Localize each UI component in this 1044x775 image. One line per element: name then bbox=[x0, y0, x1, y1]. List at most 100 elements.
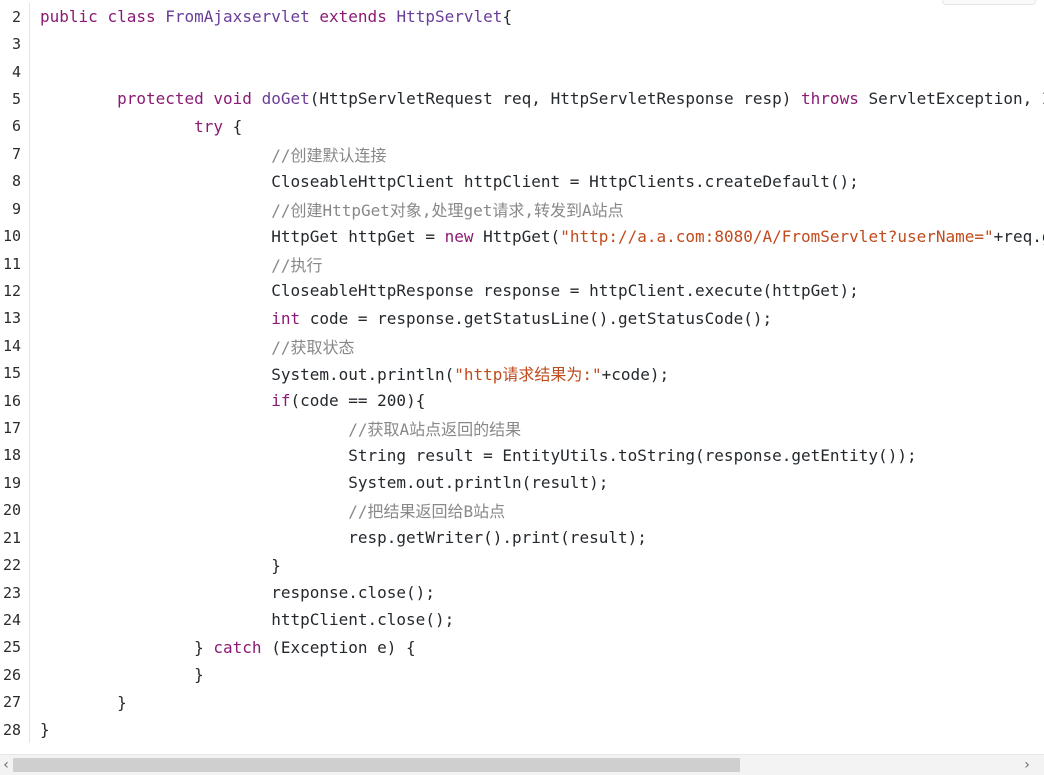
code-line: 13 int code = response.getStatusLine().g… bbox=[0, 304, 1044, 333]
code-text: resp.getWriter().print(result); bbox=[40, 528, 1044, 547]
code-line: 6 try { bbox=[0, 112, 1044, 141]
line-number: 12 bbox=[2, 281, 21, 300]
gutter-divider bbox=[29, 469, 40, 497]
gutter-divider bbox=[29, 304, 40, 333]
code-line: 3 bbox=[0, 30, 1044, 58]
gutter-divider bbox=[29, 688, 40, 716]
gutter-divider bbox=[29, 112, 40, 141]
line-number: 7 bbox=[11, 144, 21, 163]
code-line: 10 HttpGet httpGet = new HttpGet("http:/… bbox=[0, 222, 1044, 250]
code-line: 22 } bbox=[0, 551, 1044, 579]
code-token: HttpServlet bbox=[396, 7, 503, 27]
code-text: } catch (Exception e) { bbox=[40, 638, 1044, 657]
code-token: { bbox=[502, 7, 513, 27]
code-token: //获取A站点返回的结果 bbox=[348, 420, 522, 440]
code-token: +req.getParameter("userName")); bbox=[993, 226, 1044, 246]
code-text: response.close(); bbox=[40, 583, 1044, 602]
gutter-divider bbox=[29, 414, 40, 442]
line-number: 10 bbox=[2, 227, 21, 246]
code-token: new bbox=[444, 226, 474, 246]
scroll-left-arrow-icon[interactable]: ‹ bbox=[0, 755, 12, 775]
gutter-divider bbox=[29, 496, 40, 525]
code-token: class bbox=[107, 7, 156, 27]
gutter-divider bbox=[29, 57, 40, 86]
code-line: 24 httpClient.close(); bbox=[0, 606, 1044, 634]
code-line: 25 } catch (Exception e) { bbox=[0, 633, 1044, 662]
code-area: 2 public class FromAjaxservlet extends Ht… bbox=[0, 3, 1044, 753]
code-line: 16 if(code == 200){ bbox=[0, 386, 1044, 415]
gutter-divider bbox=[29, 578, 40, 607]
gutter-divider bbox=[29, 359, 40, 387]
gutter-divider bbox=[29, 524, 40, 552]
code-text: String result = EntityUtils.toString(res… bbox=[40, 446, 1044, 465]
code-token: (Exception e) { bbox=[261, 637, 416, 657]
code-token: } bbox=[40, 637, 214, 657]
code-text: } bbox=[40, 556, 1044, 575]
code-token: { bbox=[223, 116, 243, 136]
gutter-divider bbox=[29, 715, 40, 744]
code-token: //获取状态 bbox=[271, 337, 355, 357]
code-text: //把结果返回给B站点 bbox=[40, 498, 1044, 522]
code-token: } bbox=[40, 555, 281, 575]
code-token: FromAjaxservlet bbox=[165, 7, 310, 27]
code-token: code = response.getStatusLine().getStatu… bbox=[300, 308, 773, 328]
horizontal-scrollbar[interactable]: ‹ › bbox=[0, 754, 1044, 775]
line-number: 23 bbox=[2, 583, 21, 602]
code-line: 7 //创建默认连接 bbox=[0, 140, 1044, 168]
code-line: 14 //获取状态 bbox=[0, 332, 1044, 360]
gutter-divider bbox=[29, 194, 40, 223]
code-text: try { bbox=[40, 117, 1044, 136]
code-line: 8 CloseableHttpClient httpClient = HttpC… bbox=[0, 167, 1044, 195]
code-line: 15 System.out.println("http请求结果为:"+code)… bbox=[0, 359, 1044, 387]
code-line: 23 response.close(); bbox=[0, 578, 1044, 607]
code-text: CloseableHttpResponse response = httpCli… bbox=[40, 281, 1044, 300]
code-viewer: 2 public class FromAjaxservlet extends Ht… bbox=[0, 0, 1044, 775]
code-token: doGet bbox=[261, 89, 310, 109]
code-line: 11 //执行 bbox=[0, 249, 1044, 278]
code-token: //创建HttpGet对象,处理get请求,转发到A站点 bbox=[271, 200, 624, 220]
code-line: 12 CloseableHttpResponse response = http… bbox=[0, 277, 1044, 305]
code-text: protected void doGet(HttpServletRequest … bbox=[40, 89, 1044, 108]
code-token: HttpGet httpGet = bbox=[40, 226, 445, 246]
code-token: if bbox=[271, 391, 291, 411]
gutter-divider bbox=[29, 332, 40, 360]
line-number: 4 bbox=[11, 62, 21, 81]
code-line: 19 System.out.println(result); bbox=[0, 469, 1044, 497]
gutter-divider bbox=[29, 30, 40, 58]
code-token: ServletException, IOException { bbox=[868, 89, 1044, 109]
gutter-divider bbox=[29, 386, 40, 415]
code-text: } bbox=[40, 720, 1044, 739]
gutter-divider bbox=[29, 661, 40, 689]
scrollbar-thumb[interactable] bbox=[13, 758, 740, 772]
code-token: resp.getWriter().print(result); bbox=[40, 528, 647, 548]
code-text: //创建HttpGet对象,处理get请求,转发到A站点 bbox=[40, 197, 1044, 221]
gutter-divider bbox=[29, 3, 40, 31]
line-number: 5 bbox=[11, 89, 21, 108]
line-number: 25 bbox=[2, 638, 21, 657]
code-token: HttpGet( bbox=[473, 226, 561, 246]
code-token: //把结果返回给B站点 bbox=[348, 502, 506, 522]
code-token: protected bbox=[117, 89, 204, 109]
code-text: System.out.println(result); bbox=[40, 473, 1044, 492]
line-number: 20 bbox=[2, 501, 21, 520]
line-number: 9 bbox=[11, 199, 21, 218]
code-line: 26 } bbox=[0, 661, 1044, 689]
code-text: //创建默认连接 bbox=[40, 142, 1044, 166]
line-number: 14 bbox=[2, 336, 21, 355]
code-line: 5 protected void doGet(HttpServletReques… bbox=[0, 85, 1044, 113]
code-token: throws bbox=[801, 89, 859, 109]
line-number: 13 bbox=[2, 309, 21, 328]
code-token: //执行 bbox=[271, 255, 323, 275]
scroll-right-arrow-icon[interactable]: › bbox=[1021, 755, 1033, 775]
code-token: try bbox=[194, 116, 224, 136]
code-line: 21 resp.getWriter().print(result); bbox=[0, 524, 1044, 552]
gutter-divider bbox=[29, 551, 40, 579]
